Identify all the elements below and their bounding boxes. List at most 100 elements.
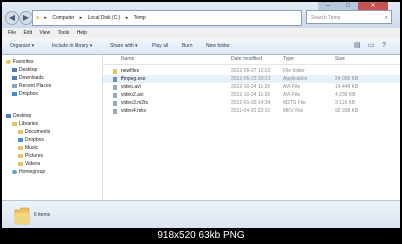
search-placeholder: Search Temp <box>311 15 341 21</box>
menu-bar: File Edit View Tools Help <box>2 28 400 38</box>
file-row[interactable]: video.avi 2012-10-24 11:26 AVI File 14 4… <box>103 83 400 91</box>
nav-downloads[interactable]: Downloads <box>12 75 44 82</box>
file-type: AVI File <box>283 84 301 90</box>
menu-file[interactable]: File <box>8 30 16 36</box>
file-name: video.avi <box>121 84 141 90</box>
minimize-button[interactable]: – <box>318 2 338 10</box>
file-size: 3 119 KB <box>335 100 356 106</box>
nav-homegroup[interactable]: Homegroup <box>12 169 45 176</box>
video-file-icon <box>113 85 117 90</box>
new-folder-button[interactable]: New folder <box>206 38 230 54</box>
column-date-modified[interactable]: Date modified <box>231 55 262 64</box>
menu-edit[interactable]: Edit <box>23 30 32 36</box>
navigation-pane: Favorites Desktop Downloads Recent Place… <box>2 55 103 200</box>
file-date: 2012-10-24 11:26 <box>231 84 271 90</box>
item-count: 6 items <box>34 212 51 218</box>
file-type: M2TS File <box>283 100 306 106</box>
maximize-button[interactable]: □ <box>338 2 358 10</box>
nav-libraries[interactable]: Libraries <box>12 121 38 128</box>
breadcrumb-arrow: ▸ <box>125 15 129 21</box>
nav-videos[interactable]: Videos <box>18 161 40 168</box>
file-row[interactable]: newfiles 2012-05-27 12:22 File folder <box>103 67 400 75</box>
file-date: 2012-05-23 20:21 <box>231 76 271 82</box>
file-name: video3.m2ts <box>121 100 148 106</box>
documents-icon <box>18 129 23 134</box>
large-folder-icon <box>14 205 30 225</box>
menu-help[interactable]: Help <box>77 30 87 36</box>
nav-music[interactable]: Music <box>18 145 38 152</box>
nav-recent-places[interactable]: Recent Places <box>12 83 51 90</box>
file-list: Name Date modified Type Size newfiles 20… <box>103 55 400 200</box>
application-icon <box>113 77 117 82</box>
pictures-icon <box>18 153 23 158</box>
file-type: File folder <box>283 68 305 74</box>
file-date: 2011-04-20 22:10 <box>231 108 271 114</box>
search-icon[interactable]: ⌕ <box>385 11 388 25</box>
folder-icon: ■ <box>36 15 40 21</box>
nav-favorites[interactable]: Favorites <box>6 59 34 66</box>
breadcrumb-computer[interactable]: Computer <box>52 15 74 21</box>
view-options-icon[interactable]: ▤ <box>354 42 361 50</box>
menu-view[interactable]: View <box>39 30 50 36</box>
address-bar-area: ◀ ▶ ■ ▸ Computer ▸ Local Disk (C:) ▸ Tem… <box>2 2 400 28</box>
include-in-library-button[interactable]: Include in library ▾ <box>52 38 92 54</box>
file-type: MKV File <box>283 108 304 114</box>
help-icon[interactable]: ? <box>382 42 386 50</box>
nav-desktop-favorite[interactable]: Desktop <box>12 67 37 74</box>
videos-icon <box>18 161 23 166</box>
recent-places-icon <box>12 83 17 88</box>
column-type[interactable]: Type <box>283 55 294 64</box>
breadcrumb-arrow: ▸ <box>44 15 47 21</box>
file-date: 2012-10-24 11:26 <box>231 92 271 98</box>
burn-button[interactable]: Burn <box>182 38 193 54</box>
column-name[interactable]: Name <box>121 55 134 64</box>
music-icon <box>18 145 23 150</box>
back-icon[interactable]: ◀ <box>5 11 19 25</box>
file-type: Application <box>283 76 308 82</box>
explorer-window: ◀ ▶ ■ ▸ Computer ▸ Local Disk (C:) ▸ Tem… <box>2 2 400 228</box>
share-with-button[interactable]: Share with ▾ <box>110 38 138 54</box>
file-size: 4 239 KB <box>335 92 356 98</box>
desktop-icon <box>12 67 17 72</box>
homegroup-icon <box>12 169 17 174</box>
file-name: ffmpeg.exe <box>121 76 146 82</box>
star-icon <box>6 59 11 64</box>
breadcrumb-temp[interactable]: Temp <box>134 15 146 21</box>
breadcrumb-local-disk[interactable]: Local Disk (C:) <box>88 15 121 21</box>
file-row[interactable]: video3.m2ts 2012-01-03 14:34 M2TS File 3… <box>103 99 400 107</box>
organize-button[interactable]: Organize ▾ <box>10 38 34 54</box>
file-size: 14 448 KB <box>335 84 359 90</box>
command-bar: Organize ▾ Include in library ▾ Share wi… <box>2 38 400 55</box>
dropbox-icon <box>18 137 23 142</box>
video-file-icon <box>113 101 117 106</box>
video-file-icon <box>113 109 117 114</box>
nav-documents[interactable]: Documents <box>18 129 50 136</box>
file-row[interactable]: video4.mkv 2011-04-20 22:10 MKV File 92 … <box>103 107 400 115</box>
column-size[interactable]: Size <box>335 55 345 64</box>
nav-desktop[interactable]: Desktop <box>6 113 31 120</box>
file-name: newfiles <box>121 68 140 74</box>
file-row[interactable]: video2.avi 2012-10-24 11:26 AVI File 4 2… <box>103 91 400 99</box>
nav-pictures[interactable]: Pictures <box>18 153 43 160</box>
play-all-button[interactable]: Play all <box>152 38 168 54</box>
forward-icon[interactable]: ▶ <box>19 11 33 25</box>
file-date: 2012-05-27 12:22 <box>231 68 271 74</box>
libraries-icon <box>12 121 17 126</box>
file-name: video4.mkv <box>121 108 147 114</box>
breadcrumb-arrow: ▸ <box>79 15 83 21</box>
file-name: video2.avi <box>121 92 144 98</box>
desktop-icon <box>6 113 11 118</box>
folder-icon <box>113 69 117 74</box>
video-file-icon <box>113 93 117 98</box>
details-pane: 6 items <box>2 200 400 228</box>
menu-tools[interactable]: Tools <box>58 30 70 36</box>
nav-dropbox[interactable]: Dropbox <box>18 137 44 144</box>
downloads-icon <box>12 75 17 80</box>
file-date: 2012-01-03 14:34 <box>231 100 271 106</box>
address-field[interactable]: ■ ▸ Computer ▸ Local Disk (C:) ▸ Temp <box>32 10 302 26</box>
preview-pane-icon[interactable]: ▭ <box>368 42 375 50</box>
file-row[interactable]: ffmpeg.exe 2012-05-23 20:21 Application … <box>103 75 400 83</box>
close-button[interactable]: ✕ <box>358 2 388 10</box>
nav-dropbox-favorite[interactable]: Dropbox <box>12 91 38 98</box>
search-input[interactable]: Search Temp ⌕ <box>306 10 392 24</box>
